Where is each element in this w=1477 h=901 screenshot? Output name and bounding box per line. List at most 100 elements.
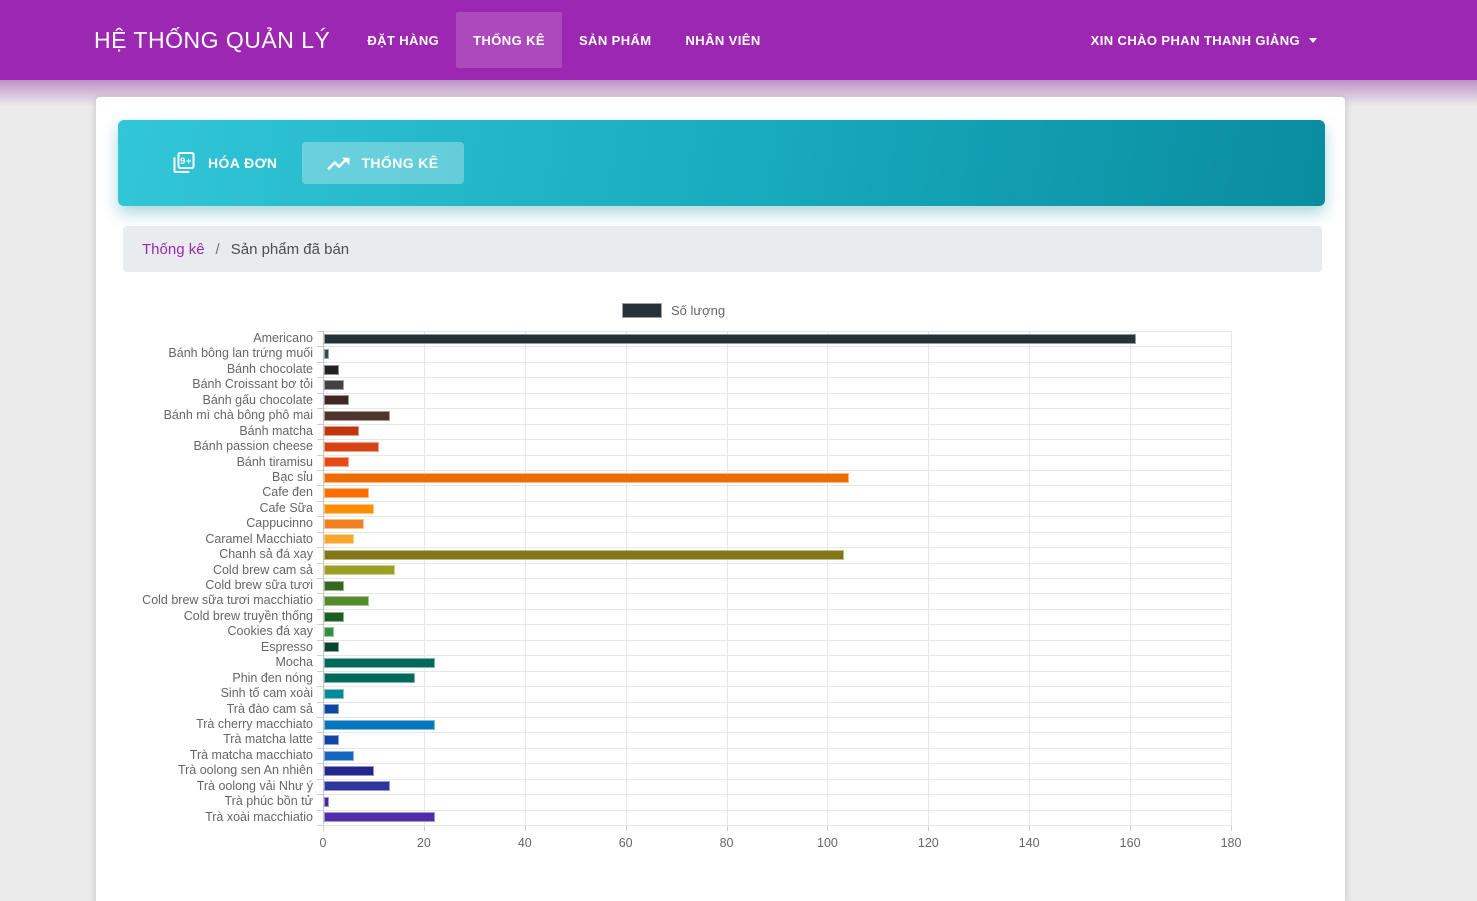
app-title: HỆ THỐNG QUẢN LÝ bbox=[94, 26, 331, 53]
nav-item-label: SẢN PHẨM bbox=[578, 32, 652, 48]
y-axis-label: Cold brew truyền thống bbox=[183, 608, 313, 623]
gridline-h bbox=[323, 361, 1231, 363]
y-axis-labels: Americano Bánh bông lan trứng muối Bánh ch… bbox=[96, 331, 313, 825]
y-axis-label: Trà cherry macchiato bbox=[196, 716, 313, 731]
breadcrumb-current-page: Sản phẩm đã bán bbox=[230, 240, 350, 258]
gridline-h bbox=[323, 469, 1231, 471]
y-axis-label: Trà phúc bồn tử bbox=[224, 794, 313, 809]
x-tick-label: 80 bbox=[719, 836, 734, 850]
bar bbox=[324, 549, 844, 560]
svg-text:9+: 9+ bbox=[180, 156, 192, 167]
axis-tick bbox=[1231, 825, 1232, 831]
y-axis-label: Bánh mì chà bông phô mai bbox=[163, 408, 313, 423]
bar bbox=[324, 333, 1137, 344]
bar bbox=[324, 735, 340, 746]
bar bbox=[324, 426, 360, 437]
y-axis-label: Bánh gấu chocolate bbox=[202, 392, 313, 407]
bar bbox=[324, 596, 370, 607]
y-axis-label: Sinh tố cam xoài bbox=[220, 686, 313, 701]
gridline-h bbox=[323, 454, 1231, 456]
gridline-h bbox=[323, 377, 1231, 379]
gridline-h bbox=[323, 716, 1231, 718]
nav-item-san-pham[interactable]: SẢN PHẨM bbox=[562, 12, 669, 68]
nav-item-thong-ke[interactable]: THỐNG KÊ bbox=[456, 12, 562, 68]
nav-item-label: ĐẶT HÀNG bbox=[367, 32, 440, 48]
bar bbox=[324, 380, 345, 391]
y-axis-label: Chanh sả đá xay bbox=[219, 547, 313, 562]
gridline-h bbox=[323, 809, 1231, 811]
gridline-h bbox=[323, 392, 1231, 394]
main-nav: ĐẶT HÀNG THỐNG KÊ SẢN PHẨM NHÂN VIÊN bbox=[350, 12, 777, 68]
bar bbox=[324, 565, 395, 576]
breadcrumb-link-thong-ke[interactable]: Thống kê bbox=[142, 241, 205, 258]
gridline-h bbox=[323, 639, 1231, 641]
y-axis-label: Mocha bbox=[275, 655, 313, 670]
nav-item-label: THỐNG KÊ bbox=[473, 32, 545, 48]
x-tick-label: 180 bbox=[1220, 836, 1242, 850]
y-axis-label: Cold brew sữa tươi bbox=[205, 578, 313, 592]
gridline-h bbox=[323, 516, 1231, 518]
gridline-v bbox=[1231, 331, 1232, 825]
gridline-h bbox=[323, 408, 1231, 410]
app-header: HỆ THỐNG QUẢN LÝ ĐẶT HÀNG THỐNG KÊ SẢN P… bbox=[0, 0, 1477, 80]
gridline-h bbox=[323, 686, 1231, 688]
bar bbox=[324, 488, 370, 499]
y-axis-label: Bánh Croissant bơ tỏi bbox=[192, 377, 313, 392]
tab-hoa-don[interactable]: 9+ HÓA ĐƠN bbox=[145, 137, 302, 189]
gridline-h bbox=[323, 593, 1231, 595]
plot-area: 0 20 40 60 80 100 120 140 160 180 bbox=[317, 331, 1241, 850]
y-axis-label: Phin đen nóng bbox=[232, 670, 313, 685]
x-tick-label: 0 bbox=[319, 836, 327, 850]
content-card: 9+ HÓA ĐƠN THỐNG KÊ Thống kê / Sản phẩm … bbox=[96, 97, 1345, 901]
y-axis-label: Trà oolong sen An nhiên bbox=[177, 763, 313, 778]
gridline-h bbox=[323, 794, 1231, 796]
x-tick-label: 60 bbox=[618, 836, 633, 850]
y-axis-label: Cold brew cam sả bbox=[212, 562, 313, 577]
y-axis-label: Trà matcha latte bbox=[223, 732, 313, 747]
gridline-h bbox=[323, 670, 1231, 672]
y-axis-label: Trà oolong vải Như ý bbox=[196, 778, 313, 793]
y-axis-label: Cafe Sữa bbox=[259, 500, 313, 515]
axis-tick bbox=[317, 825, 323, 826]
breadcrumb-separator: / bbox=[215, 240, 220, 258]
caret-down-icon bbox=[1309, 37, 1317, 43]
gridline-h bbox=[323, 747, 1231, 749]
gridline-h bbox=[323, 500, 1231, 502]
y-axis-label: Bánh matcha bbox=[239, 423, 313, 438]
gridline-h bbox=[323, 531, 1231, 533]
x-tick-label: 100 bbox=[817, 836, 838, 850]
bar bbox=[324, 503, 375, 514]
bar bbox=[324, 441, 380, 452]
gridline-h bbox=[323, 439, 1231, 441]
y-axis-label: Cappucinno bbox=[246, 516, 313, 531]
bar bbox=[324, 518, 365, 529]
breadcrumb: Thống kê / Sản phẩm đã bán bbox=[123, 226, 1322, 272]
nav-item-dat-hang[interactable]: ĐẶT HÀNG bbox=[350, 12, 456, 68]
gridline-h bbox=[323, 547, 1231, 549]
y-axis-label: Bánh chocolate bbox=[226, 361, 313, 376]
tab-label: HÓA ĐƠN bbox=[208, 155, 278, 171]
user-menu[interactable]: XIN CHÀO PHAN THANH GIẢNG bbox=[1091, 33, 1317, 48]
gridline-h bbox=[323, 608, 1231, 610]
y-axis-label: Trà matcha macchiato bbox=[189, 747, 313, 762]
chart-legend[interactable]: Số lượng bbox=[622, 303, 725, 318]
user-greeting: XIN CHÀO PHAN THANH GIẢNG bbox=[1090, 32, 1300, 48]
gridline-h bbox=[323, 732, 1231, 734]
bar bbox=[324, 410, 390, 421]
bar bbox=[324, 395, 350, 406]
tab-thong-ke[interactable]: THỐNG KÊ bbox=[302, 142, 464, 184]
y-axis-label: Caramel Macchiato bbox=[205, 531, 313, 546]
y-axis-label: Cookies đá xay bbox=[227, 624, 313, 639]
y-axis-label: Bánh bông lan trứng muối bbox=[168, 346, 313, 361]
y-axis-label: Americano bbox=[253, 331, 313, 345]
y-axis-label: Espresso bbox=[260, 639, 313, 654]
bar bbox=[324, 642, 340, 653]
bar bbox=[324, 796, 330, 807]
nav-item-label: NHÂN VIÊN bbox=[685, 32, 761, 48]
bar bbox=[324, 750, 355, 761]
nav-item-nhan-vien[interactable]: NHÂN VIÊN bbox=[669, 12, 778, 68]
bar bbox=[324, 781, 390, 792]
gridline-h bbox=[323, 562, 1231, 564]
y-axis-label: Trà đào cam sả bbox=[226, 701, 313, 716]
y-axis-label: Cafe đen bbox=[262, 485, 313, 500]
